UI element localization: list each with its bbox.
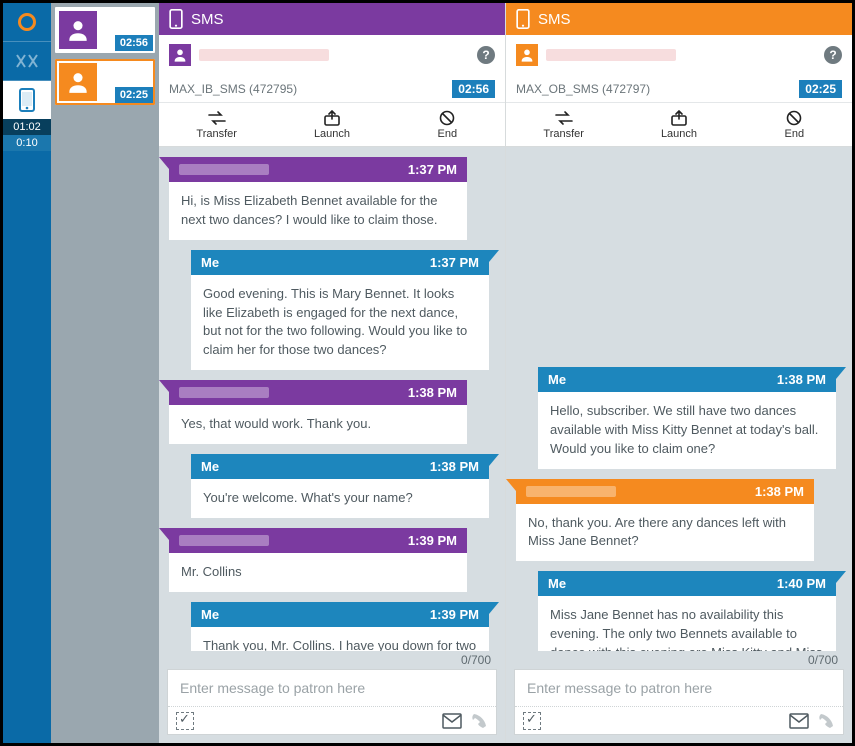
rail-tools-button[interactable] — [3, 42, 51, 80]
msg-body: Mr. Collins — [169, 553, 467, 592]
avatar-icon — [59, 63, 97, 101]
msg-header: Me1:39 PM — [191, 602, 489, 627]
elapsed-badge: 02:25 — [799, 80, 842, 98]
composer — [167, 669, 497, 735]
elapsed-badge: 02:56 — [452, 80, 495, 98]
conversation-panel: SMS ? MAX_IB_SMS (472795) 02:56 Transfer — [159, 3, 505, 743]
call-icon[interactable] — [817, 712, 835, 730]
launch-icon — [323, 110, 341, 126]
panel-actions: Transfer Launch End — [159, 103, 505, 147]
session-card[interactable]: 02:56 — [55, 7, 155, 53]
transfer-icon — [554, 110, 574, 126]
msg-body: Good evening. This is Mary Bennet. It lo… — [191, 275, 489, 370]
rail-timer-1: 01:02 — [3, 119, 51, 135]
avatar-icon — [169, 44, 191, 66]
panel-title: SMS — [538, 11, 571, 28]
phone-icon — [19, 88, 35, 112]
end-button[interactable]: End — [390, 103, 505, 146]
contact-name-redacted — [199, 49, 329, 61]
panel-meta-row: MAX_IB_SMS (472795) 02:56 — [159, 75, 505, 103]
msg-header: Me1:38 PM — [191, 454, 489, 479]
status-indicator-icon — [18, 13, 36, 31]
skill-label: MAX_IB_SMS (472795) — [169, 82, 297, 96]
char-counter: 0/700 — [506, 651, 852, 669]
help-icon[interactable]: ? — [824, 46, 842, 64]
launch-icon — [670, 110, 688, 126]
left-rail: 01:02 0:10 — [3, 3, 51, 743]
msg-body: Miss Jane Bennet has no availability thi… — [538, 596, 836, 651]
phone-icon — [169, 9, 183, 29]
tools-icon — [14, 52, 40, 70]
spellcheck-toggle[interactable] — [176, 712, 194, 730]
conversation-panels: SMS ? MAX_IB_SMS (472795) 02:56 Transfer — [159, 3, 852, 743]
msg-body: No, thank you. Are there any dances left… — [516, 504, 814, 562]
help-icon[interactable]: ? — [477, 46, 495, 64]
conversation-panel: SMS ? MAX_OB_SMS (472797) 02:25 Transfer — [505, 3, 852, 743]
msg-header: 1:38 PM — [169, 380, 467, 405]
msg-header: Me1:38 PM — [538, 367, 836, 392]
avatar-icon — [516, 44, 538, 66]
spellcheck-toggle[interactable] — [523, 712, 541, 730]
end-icon — [785, 110, 803, 126]
msg-body: Hi, is Miss Elizabeth Bennet available f… — [169, 182, 467, 240]
session-cards: 02:56 02:25 — [51, 3, 159, 743]
skill-label: MAX_OB_SMS (472797) — [516, 82, 650, 96]
panel-actions: Transfer Launch End — [506, 103, 852, 147]
panel-header: SMS — [506, 3, 852, 35]
char-counter: 0/700 — [159, 651, 505, 669]
message-input[interactable] — [168, 670, 496, 706]
panel-contact-row: ? — [506, 35, 852, 75]
composer — [514, 669, 844, 735]
launch-button[interactable]: Launch — [621, 103, 736, 146]
rail-status-button[interactable] — [3, 3, 51, 41]
msg-body: Hello, subscriber. We still have two dan… — [538, 392, 836, 469]
phone-icon — [516, 9, 530, 29]
end-button[interactable]: End — [737, 103, 852, 146]
end-icon — [438, 110, 456, 126]
panel-contact-row: ? — [159, 35, 505, 75]
call-icon[interactable] — [470, 712, 488, 730]
msg-body: Yes, that would work. Thank you. — [169, 405, 467, 444]
session-card-timer: 02:56 — [115, 35, 153, 51]
chat-scroll[interactable]: 1:37 PMHi, is Miss Elizabeth Bennet avai… — [159, 147, 505, 651]
contact-name-redacted — [546, 49, 676, 61]
transfer-button[interactable]: Transfer — [506, 103, 621, 146]
msg-header: 1:39 PM — [169, 528, 467, 553]
panel-meta-row: MAX_OB_SMS (472797) 02:25 — [506, 75, 852, 103]
msg-header: Me1:37 PM — [191, 250, 489, 275]
msg-header: Me1:40 PM — [538, 571, 836, 596]
msg-body: Thank you, Mr. Collins. I have you down … — [191, 627, 489, 651]
panel-header: SMS — [159, 3, 505, 35]
session-card-timer: 02:25 — [115, 87, 153, 103]
mail-icon[interactable] — [789, 713, 809, 729]
rail-channel-button[interactable] — [3, 81, 51, 119]
message-input[interactable] — [515, 670, 843, 706]
msg-header: 1:38 PM — [516, 479, 814, 504]
session-card[interactable]: 02:25 — [55, 59, 155, 105]
rail-timer-2: 0:10 — [3, 135, 51, 151]
mail-icon[interactable] — [442, 713, 462, 729]
msg-body: You're welcome. What's your name? — [191, 479, 489, 518]
msg-header: 1:37 PM — [169, 157, 467, 182]
launch-button[interactable]: Launch — [274, 103, 389, 146]
transfer-button[interactable]: Transfer — [159, 103, 274, 146]
panel-title: SMS — [191, 11, 224, 28]
avatar-icon — [59, 11, 97, 49]
chat-scroll[interactable]: Me1:38 PMHello, subscriber. We still hav… — [506, 147, 852, 651]
transfer-icon — [207, 110, 227, 126]
